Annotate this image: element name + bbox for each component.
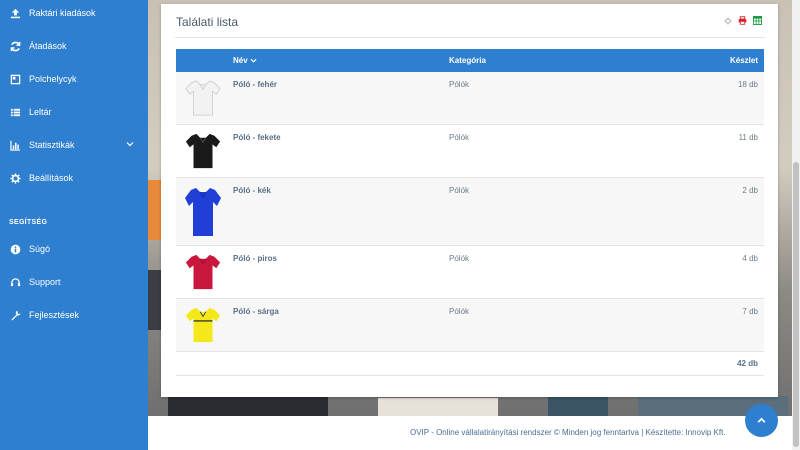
product-stock: 18 db	[737, 80, 758, 89]
sidebar-item-atadasok[interactable]: Átadások	[0, 35, 148, 57]
product-thumbnail	[183, 252, 223, 292]
results-table: Név Kategória Készlet Póló - fehér Pólók…	[176, 49, 764, 376]
sidebar-item-label: Súgó	[29, 244, 51, 254]
table-row[interactable]: Póló - piros Pólók 4 db	[176, 246, 764, 299]
column-header-category[interactable]: Kategória	[449, 56, 486, 65]
bar-chart-icon	[9, 139, 21, 151]
column-header-stock[interactable]: Készlet	[730, 56, 758, 65]
product-thumbnail	[183, 305, 223, 345]
product-category: Pólók	[449, 254, 470, 263]
gear-icon	[9, 172, 21, 184]
product-name-link[interactable]: Póló - fekete	[233, 133, 281, 142]
sidebar-item-label: Átadások	[29, 41, 67, 51]
sidebar-item-sugo[interactable]: Súgó	[0, 238, 148, 260]
box-icon	[9, 73, 21, 85]
product-thumbnail	[183, 78, 223, 118]
product-category: Pólók	[449, 80, 470, 89]
sidebar-item-label: Raktári kiadások	[29, 8, 96, 18]
results-card: Találati lista Név Kategória Készlet Pól…	[161, 4, 778, 397]
product-stock: 2 db	[742, 186, 758, 195]
table-row[interactable]: Póló - fehér Pólók 18 db	[176, 72, 764, 125]
product-name-link[interactable]: Póló - kék	[233, 186, 271, 195]
product-stock: 11 db	[738, 133, 758, 142]
page-footer: OVIP - Online vállalatirányítási rendsze…	[148, 416, 792, 450]
product-stock: 7 db	[742, 307, 758, 316]
sidebar: Raktári kiadások Átadások Polchelycyk Le…	[0, 0, 148, 450]
refresh-icon	[9, 40, 21, 52]
wrench-icon	[9, 309, 21, 321]
headset-icon	[9, 276, 21, 288]
table-row[interactable]: Póló - fekete Pólók 11 db	[176, 125, 764, 178]
sidebar-item-label: Polchelycyk	[29, 74, 77, 84]
back-to-top-button[interactable]	[745, 404, 778, 437]
product-name-link[interactable]: Póló - fehér	[233, 80, 277, 89]
card-toolbar	[723, 16, 762, 25]
sidebar-item-beallitasok[interactable]: Beállítások	[0, 167, 148, 189]
product-category: Pólók	[449, 186, 470, 195]
product-name-link[interactable]: Póló - sárga	[233, 307, 279, 316]
sidebar-item-label: Fejlesztések	[29, 310, 80, 320]
list-icon	[9, 106, 21, 118]
chevron-up-icon	[757, 417, 766, 423]
table-header: Név Kategória Készlet	[176, 49, 764, 72]
scrollbar-thumb[interactable]	[793, 162, 799, 447]
sidebar-item-polchelycyk[interactable]: Polchelycyk	[0, 68, 148, 90]
table-row[interactable]: Póló - kék Pólók 2 db	[176, 178, 764, 246]
product-name-link[interactable]: Póló - piros	[233, 254, 277, 263]
info-icon	[9, 243, 21, 255]
page-scrollbar[interactable]	[792, 0, 800, 450]
chevron-down-icon	[126, 140, 134, 150]
table-footer: 42 db	[176, 352, 764, 376]
column-header-name-label: Név	[233, 56, 248, 65]
sidebar-item-label: Leltár	[29, 107, 52, 117]
product-category: Pólók	[449, 133, 470, 142]
sidebar-item-statisztikak[interactable]: Statisztikák	[0, 134, 148, 156]
sidebar-item-support[interactable]: Support	[0, 271, 148, 293]
sort-chevron-down-icon	[250, 59, 257, 64]
footer-copyright: OVIP - Online vállalatirányítási rendsze…	[410, 428, 726, 437]
spreadsheet-export-icon[interactable]	[753, 16, 762, 25]
product-category: Pólók	[449, 307, 470, 316]
product-thumbnail	[183, 184, 223, 240]
sidebar-item-raktari-kiadasok[interactable]: Raktári kiadások	[0, 2, 148, 24]
sidebar-item-label: Beállítások	[29, 173, 74, 183]
card-divider	[175, 37, 765, 38]
sidebar-item-label: Statisztikák	[29, 140, 75, 150]
print-icon[interactable]	[738, 16, 747, 25]
product-stock: 4 db	[742, 254, 758, 263]
stock-total: 42 db	[737, 359, 758, 368]
column-header-name[interactable]: Név	[233, 56, 257, 65]
card-title: Találati lista	[176, 15, 239, 29]
product-thumbnail	[183, 131, 223, 171]
help-section-title: SEGÍTSÉG	[9, 219, 48, 226]
sidebar-item-fejlesztesek[interactable]: Fejlesztések	[0, 304, 148, 326]
table-row[interactable]: Póló - sárga Pólók 7 db	[176, 299, 764, 352]
sidebar-item-leltar[interactable]: Leltár	[0, 101, 148, 123]
sidebar-item-label: Support	[29, 277, 61, 287]
upload-icon	[9, 7, 21, 19]
settings-gear-icon[interactable]	[723, 16, 732, 25]
